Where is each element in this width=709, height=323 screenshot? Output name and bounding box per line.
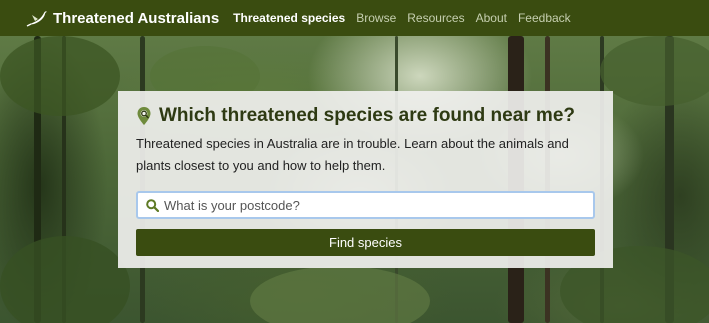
card-header: Which threatened species are found near … (136, 105, 595, 127)
page-title: Which threatened species are found near … (159, 105, 575, 126)
bird-icon (26, 11, 47, 27)
postcode-search-card: Which threatened species are found near … (118, 91, 613, 268)
postcode-search-box[interactable] (136, 191, 595, 219)
search-icon (146, 198, 159, 212)
postcode-input[interactable] (164, 194, 593, 216)
find-species-button[interactable]: Find species (136, 229, 595, 256)
nav-resources[interactable]: Resources (407, 11, 464, 25)
brand-name: Threatened Australians (53, 9, 220, 27)
map-search-icon (137, 106, 151, 125)
nav-threatened-species[interactable]: Threatened species (233, 11, 345, 25)
nav-feedback[interactable]: Feedback (518, 11, 571, 25)
intro-text: Threatened species in Australia are in t… (136, 136, 569, 173)
brand-link[interactable]: Threatened Australians (26, 9, 219, 27)
nav-browse[interactable]: Browse (356, 11, 396, 25)
nav-about[interactable]: About (476, 11, 507, 25)
top-navbar: Threatened Australians Threatened specie… (0, 0, 709, 36)
